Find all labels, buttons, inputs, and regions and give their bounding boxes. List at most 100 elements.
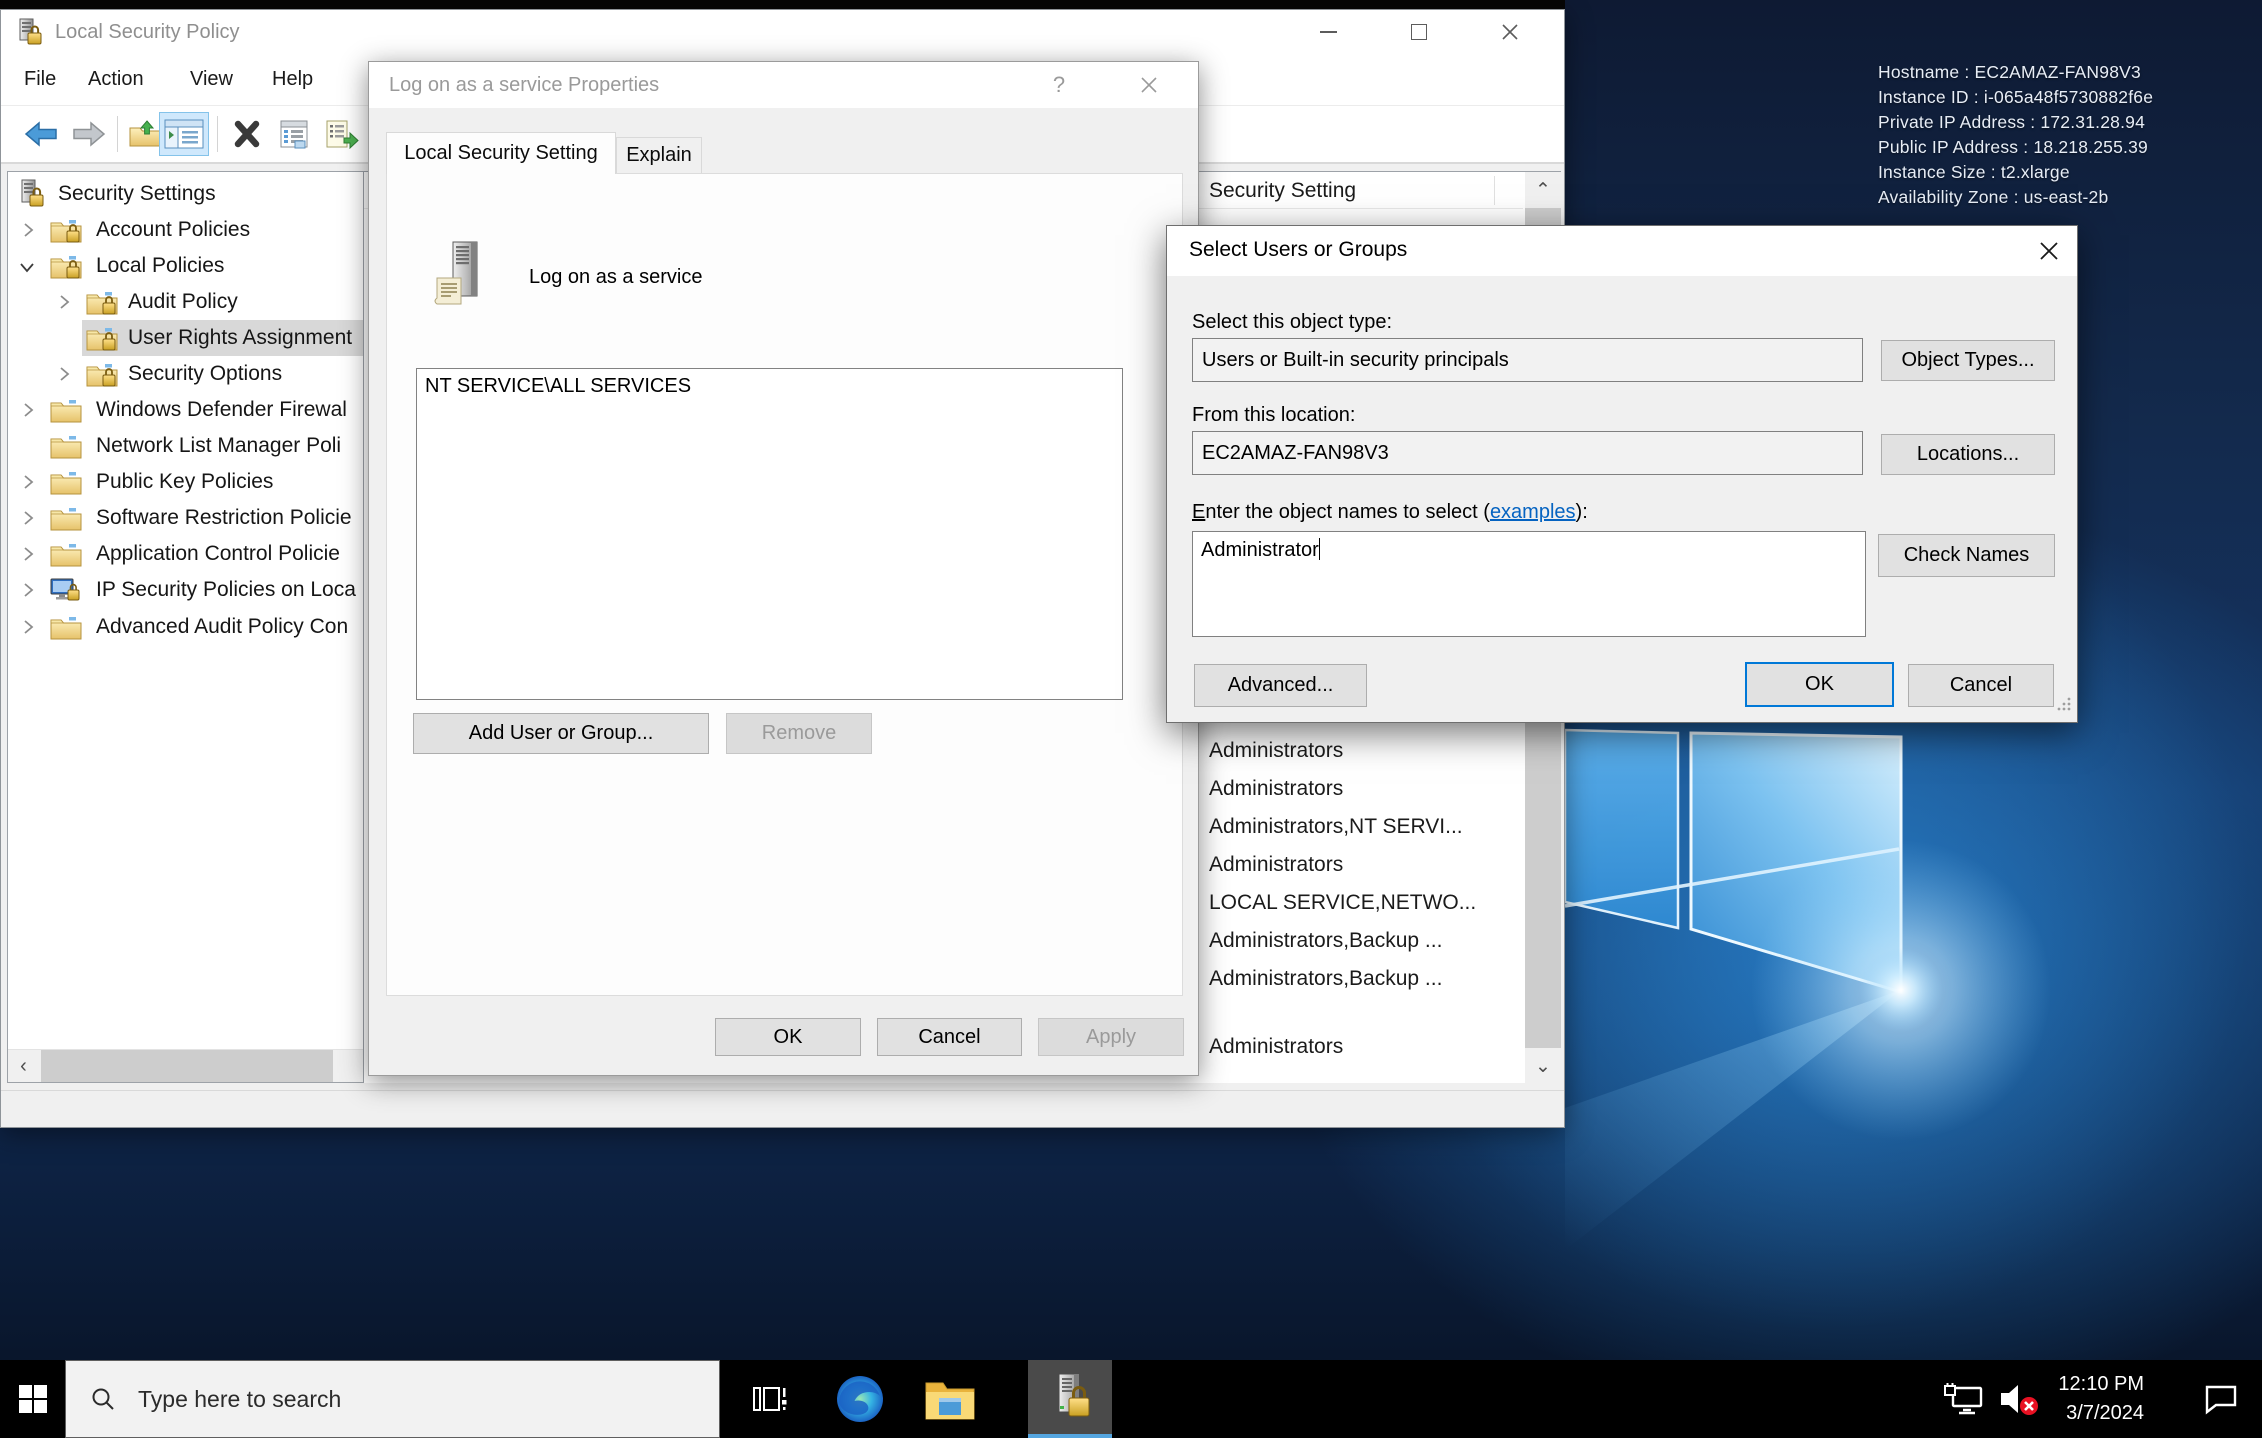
examples-link[interactable]: examples xyxy=(1490,501,1576,523)
label-text: nter the object names to select ( xyxy=(1205,501,1490,523)
scroll-left-icon[interactable]: ‹ xyxy=(8,1050,39,1082)
scrollbar-thumb[interactable] xyxy=(41,1050,333,1082)
action-center-icon[interactable] xyxy=(2190,1360,2252,1438)
list-row[interactable]: Administrators,NT SERVI... xyxy=(1209,811,1463,843)
list-row[interactable]: Administrators xyxy=(1209,849,1343,881)
scroll-down-icon[interactable]: ⌄ xyxy=(1525,1048,1561,1084)
help-icon[interactable]: ? xyxy=(1037,68,1081,102)
taskbar-search-box[interactable]: Type here to search xyxy=(65,1360,720,1438)
resize-grip-icon[interactable] xyxy=(2056,696,2072,717)
forward-icon[interactable] xyxy=(67,112,111,156)
info-line: Instance ID : i-065a48f5730882f6e xyxy=(1878,85,2153,110)
close-icon[interactable] xyxy=(2029,233,2069,269)
edge-browser-button[interactable] xyxy=(825,1360,895,1438)
tab-explain[interactable]: Explain xyxy=(616,137,702,174)
taskbar: Type here to search 12:10 PM 3/7/2024 xyxy=(0,1360,2262,1438)
advanced-button[interactable]: Advanced... xyxy=(1194,664,1367,707)
chevron-down-icon[interactable] xyxy=(18,261,36,279)
member-item[interactable]: NT SERVICE\ALL SERVICES xyxy=(425,375,691,398)
tab-local-security-setting[interactable]: Local Security Setting xyxy=(386,132,616,174)
chevron-right-icon[interactable] xyxy=(58,365,70,388)
policy-name-label: Log on as a service xyxy=(529,266,702,289)
chevron-right-icon[interactable] xyxy=(58,293,70,316)
dialog-title: Log on as a service Properties xyxy=(389,74,659,97)
local-security-policy-taskbar-button[interactable] xyxy=(1028,1360,1112,1438)
maximize-button[interactable] xyxy=(1397,16,1441,48)
start-button[interactable] xyxy=(0,1360,65,1438)
show-console-tree-icon[interactable] xyxy=(159,112,209,156)
tree-item-user-rights-assignment[interactable]: User Rights Assignment xyxy=(8,320,364,356)
close-button[interactable] xyxy=(1488,16,1532,48)
dialog-title-bar[interactable]: Log on as a service Properties ? xyxy=(369,62,1198,108)
file-explorer-button[interactable] xyxy=(915,1360,985,1438)
add-user-or-group-button[interactable]: Add User or Group... xyxy=(413,713,709,754)
ok-button[interactable]: OK xyxy=(1745,662,1894,707)
tree-item-software-restriction-policies[interactable]: Software Restriction Policie xyxy=(8,500,364,536)
chevron-right-icon[interactable] xyxy=(22,221,34,244)
list-row[interactable]: Administrators xyxy=(1209,735,1343,767)
column-security-setting[interactable]: Security Setting xyxy=(1209,179,1356,203)
tree-item-label: Audit Policy xyxy=(128,290,238,314)
network-tray-icon[interactable] xyxy=(1938,1360,1990,1438)
chevron-right-icon[interactable] xyxy=(22,581,34,604)
clock-time: 12:10 PM xyxy=(2058,1370,2144,1399)
tree-item-public-key-policies[interactable]: Public Key Policies xyxy=(8,464,364,500)
object-type-field[interactable]: Users or Built-in security principals xyxy=(1192,338,1863,382)
dialog-title-bar[interactable]: Select Users or Groups xyxy=(1167,226,2077,276)
minimize-button[interactable] xyxy=(1306,16,1350,48)
locations-button[interactable]: Locations... xyxy=(1881,434,2055,475)
menu-view[interactable]: View xyxy=(190,68,233,91)
object-names-input[interactable]: Administrator xyxy=(1192,531,1866,637)
chevron-right-icon[interactable] xyxy=(22,618,34,641)
horizontal-scrollbar[interactable]: ‹ xyxy=(8,1049,363,1082)
tree-item-advanced-audit-policy[interactable]: Advanced Audit Policy Con xyxy=(8,609,364,645)
export-list-icon[interactable] xyxy=(319,112,365,156)
object-types-button[interactable]: Object Types... xyxy=(1881,340,2055,381)
tree-item-audit-policy[interactable]: Audit Policy xyxy=(8,284,364,320)
tree-item-account-policies[interactable]: Account Policies xyxy=(8,212,364,248)
text-cursor xyxy=(1319,538,1321,560)
folder-icon xyxy=(50,504,82,537)
tree-item-application-control-policies[interactable]: Application Control Policie xyxy=(8,536,364,572)
chevron-right-icon[interactable] xyxy=(22,473,34,496)
tree-item-ip-security-policies[interactable]: IP Security Policies on Loca xyxy=(8,572,364,608)
list-row[interactable]: Administrators,Backup ... xyxy=(1209,925,1442,957)
back-icon[interactable] xyxy=(19,112,63,156)
properties-icon[interactable] xyxy=(273,112,315,156)
scroll-up-icon[interactable]: ⌃ xyxy=(1525,172,1561,208)
members-listbox[interactable]: NT SERVICE\ALL SERVICES xyxy=(416,368,1123,700)
tree-item-local-policies[interactable]: Local Policies xyxy=(8,248,364,284)
list-row[interactable]: Administrators,Backup ... xyxy=(1209,963,1442,995)
tree-item-security-options[interactable]: Security Options xyxy=(8,356,364,392)
volume-muted-icon[interactable] xyxy=(1990,1360,2046,1438)
cancel-button[interactable]: Cancel xyxy=(1908,664,2054,707)
ok-button[interactable]: OK xyxy=(715,1018,861,1056)
title-bar[interactable]: Local Security Policy xyxy=(1,10,1564,54)
check-names-button[interactable]: Check Names xyxy=(1878,534,2055,577)
tree-item-windows-defender-firewall[interactable]: Windows Defender Firewal xyxy=(8,392,364,428)
menu-action[interactable]: Action xyxy=(88,68,144,91)
folder-icon xyxy=(50,396,82,429)
apply-button[interactable]: Apply xyxy=(1038,1018,1184,1056)
menu-help[interactable]: Help xyxy=(272,68,313,91)
chevron-right-icon[interactable] xyxy=(22,509,34,532)
task-view-button[interactable] xyxy=(735,1360,805,1438)
taskbar-clock[interactable]: 12:10 PM 3/7/2024 xyxy=(2058,1370,2144,1428)
close-icon[interactable] xyxy=(1127,68,1171,102)
delete-icon[interactable] xyxy=(225,112,269,156)
list-row[interactable]: Administrators xyxy=(1209,773,1343,805)
cancel-button[interactable]: Cancel xyxy=(877,1018,1022,1056)
tree-item-label: User Rights Assignment xyxy=(128,326,352,350)
window-status-strip xyxy=(1,1090,1564,1127)
column-divider[interactable] xyxy=(1494,176,1495,205)
folder-icon xyxy=(50,432,82,465)
tree-item-network-list-manager[interactable]: Network List Manager Poli xyxy=(8,428,364,464)
menu-file[interactable]: File xyxy=(24,68,56,91)
list-row[interactable]: Administrators xyxy=(1209,1031,1343,1063)
chevron-right-icon[interactable] xyxy=(22,401,34,424)
location-field[interactable]: EC2AMAZ-FAN98V3 xyxy=(1192,431,1863,475)
list-row[interactable]: LOCAL SERVICE,NETWO... xyxy=(1209,887,1476,919)
tree-item-security-settings[interactable]: Security Settings xyxy=(8,176,364,212)
chevron-right-icon[interactable] xyxy=(22,545,34,568)
remove-button[interactable]: Remove xyxy=(726,713,872,754)
